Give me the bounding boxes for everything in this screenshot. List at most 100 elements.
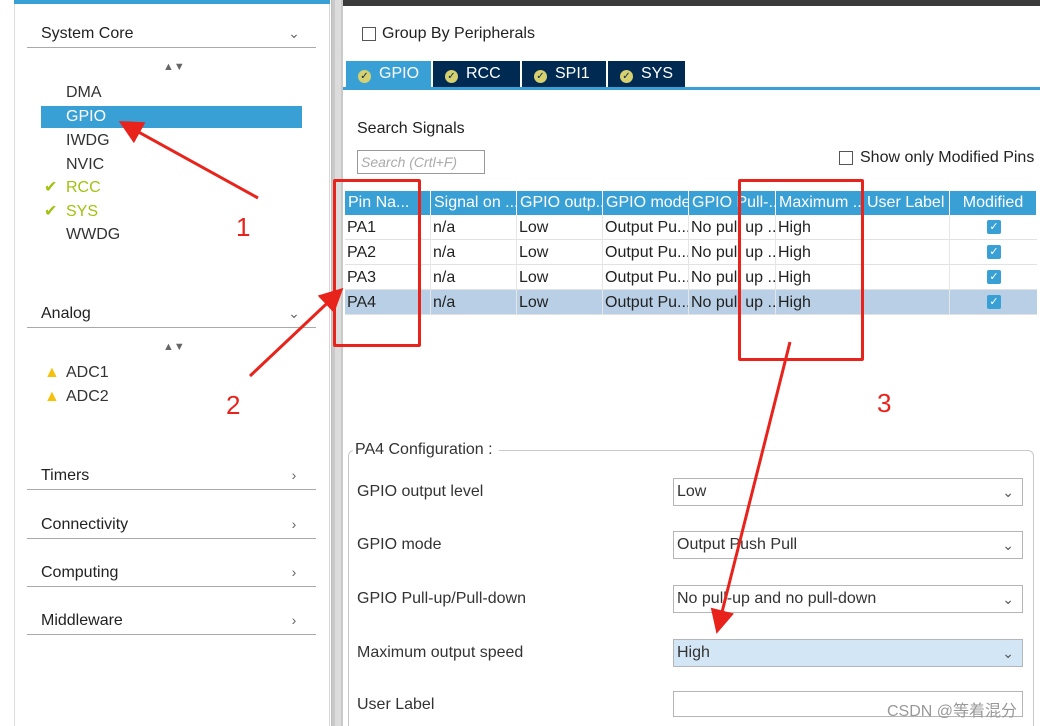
category-label: System Core: [41, 25, 134, 42]
annotation-box-speed-column: [738, 179, 864, 361]
select-value: No pull-up and no pull-down: [677, 590, 877, 607]
cell-user-label: [864, 290, 950, 315]
cell-user-label: [864, 265, 950, 290]
sidebar-item-label: ADC1: [66, 364, 109, 381]
sidebar-item-nvic[interactable]: NVIC: [41, 154, 302, 176]
category-timers[interactable]: Timers ›: [27, 460, 316, 490]
sidebar-item-adc1[interactable]: ▲ ADC1: [41, 362, 302, 384]
gpio-mode-select[interactable]: Output Push Pull ⌄: [673, 531, 1023, 559]
watermark: CSDN @等着混分: [887, 703, 1018, 720]
table-row[interactable]: PA1 n/a Low Output Pu... No pull up ... …: [345, 215, 1037, 240]
sidebar-item-gpio[interactable]: GPIO: [41, 106, 302, 128]
check-icon: ✔: [44, 203, 58, 220]
sidebar-item-label: IWDG: [66, 132, 110, 149]
category-computing[interactable]: Computing ›: [27, 557, 316, 587]
column-header-user-label[interactable]: User Label: [864, 191, 950, 215]
field-label-pull: GPIO Pull-up/Pull-down: [357, 590, 526, 607]
column-header-modified[interactable]: Modified: [950, 191, 1037, 215]
field-label-user-label: User Label: [357, 696, 435, 713]
modified-checkbox[interactable]: ✓: [987, 270, 1001, 284]
category-connectivity[interactable]: Connectivity ›: [27, 509, 316, 539]
chevron-down-icon: ⌄: [1002, 537, 1014, 553]
select-value: Output Push Pull: [677, 536, 798, 553]
category-analog[interactable]: Analog ⌄: [27, 298, 316, 328]
max-speed-select[interactable]: High ⌄: [673, 639, 1023, 667]
annotation-number-1: 1: [236, 212, 251, 242]
sidebar-item-label: ADC2: [66, 388, 109, 405]
tab-gpio[interactable]: ✓ GPIO: [346, 61, 432, 87]
group-by-peripherals-checkbox[interactable]: [362, 27, 376, 41]
sidebar-item-label: WWDG: [66, 226, 121, 243]
modified-checkbox[interactable]: ✓: [987, 220, 1001, 234]
category-label: Connectivity: [41, 516, 129, 533]
check-circle-icon: ✓: [358, 70, 371, 83]
sidebar-item-label: SYS: [66, 203, 99, 220]
tab-label: GPIO: [379, 65, 420, 82]
chevron-right-icon: ›: [291, 564, 297, 580]
group-by-peripherals-label: Group By Peripherals: [382, 25, 535, 42]
column-header-gpio-mode[interactable]: GPIO mode: [603, 191, 689, 215]
stm32cubemx-pinout-view: System Core ⌄ ▲▼ DMA GPIO IWDG NVIC ✔ RCC…: [0, 0, 1040, 726]
sidebar-item-label: GPIO: [66, 108, 107, 125]
warning-icon: ▲: [44, 364, 60, 381]
table-row[interactable]: PA2 n/a Low Output Pu... No pull up ... …: [345, 240, 1037, 265]
chevron-down-icon: ⌄: [288, 305, 300, 321]
cell-mode: Output Pu...: [603, 240, 689, 265]
splitter-handle[interactable]: [335, 0, 341, 726]
annotation-box-pin-column: [333, 179, 421, 347]
tab-label: SPI1: [555, 65, 590, 82]
show-modified-checkbox[interactable]: [839, 151, 853, 165]
sidebar-item-iwdg[interactable]: IWDG: [41, 130, 302, 152]
category-label: Timers: [41, 467, 90, 484]
tab-underline: [343, 87, 1040, 90]
sidebar-item-label: RCC: [66, 179, 101, 196]
pin-configuration-title: PA4 Configuration :: [353, 441, 499, 459]
tab-sys[interactable]: ✓ SYS: [608, 61, 686, 87]
cell-mode: Output Pu...: [603, 215, 689, 240]
cell-output-level: Low: [517, 240, 603, 265]
cell-signal: n/a: [431, 240, 517, 265]
pull-select[interactable]: No pull-up and no pull-down ⌄: [673, 585, 1023, 613]
cell-output-level: Low: [517, 290, 603, 315]
cell-output-level: Low: [517, 215, 603, 240]
check-circle-icon: ✓: [445, 70, 458, 83]
chevron-down-icon: ⌄: [1002, 645, 1014, 661]
chevron-right-icon: ›: [291, 612, 297, 628]
sort-icon[interactable]: ▲▼: [163, 62, 185, 78]
sidebar-item-label: NVIC: [66, 156, 105, 173]
column-header-signal[interactable]: Signal on ...: [431, 191, 517, 215]
category-system-core[interactable]: System Core ⌄: [27, 18, 316, 48]
cell-output-level: Low: [517, 265, 603, 290]
search-input[interactable]: Search (Crtl+F): [357, 150, 485, 174]
warning-icon: ▲: [44, 388, 60, 405]
sort-icon[interactable]: ▲▼: [163, 342, 185, 358]
select-value: High: [677, 644, 710, 661]
sidebar-item-dma[interactable]: DMA: [41, 82, 302, 104]
tab-rcc[interactable]: ✓ RCC: [433, 61, 521, 87]
panel-splitter[interactable]: [331, 0, 343, 726]
column-header-gpio-output[interactable]: GPIO outp...: [517, 191, 603, 215]
tab-spi1[interactable]: ✓ SPI1: [522, 61, 607, 87]
sidebar-item-rcc[interactable]: ✔ RCC: [41, 177, 302, 199]
cell-user-label: [864, 215, 950, 240]
output-level-select[interactable]: Low ⌄: [673, 478, 1023, 506]
header-strip: [343, 0, 1040, 6]
table-row[interactable]: PA3 n/a Low Output Pu... No pull up ... …: [345, 265, 1037, 290]
category-label: Middleware: [41, 612, 123, 629]
category-middleware[interactable]: Middleware ›: [27, 605, 316, 635]
cell-signal: n/a: [431, 290, 517, 315]
chevron-down-icon: ⌄: [1002, 484, 1014, 500]
gpio-mode-configuration: Group By Peripherals ✓ GPIO ✓ RCC ✓ SPI1 ✓ S…: [343, 0, 1040, 726]
sidebar-item-wwdg[interactable]: WWDG: [41, 224, 302, 246]
sidebar-item-sys[interactable]: ✔ SYS: [41, 201, 302, 223]
field-label-output-level: GPIO output level: [357, 483, 484, 500]
show-modified-label: Show only Modified Pins: [860, 149, 1035, 166]
field-label-max-speed: Maximum output speed: [357, 644, 524, 661]
sidebar-item-adc2[interactable]: ▲ ADC2: [41, 386, 302, 408]
category-label: Computing: [41, 564, 119, 581]
chevron-down-icon: ⌄: [1002, 591, 1014, 607]
table-row-selected[interactable]: PA4 n/a Low Output Pu... No pull up ... …: [345, 290, 1037, 315]
check-circle-icon: ✓: [620, 70, 633, 83]
modified-checkbox[interactable]: ✓: [987, 245, 1001, 259]
modified-checkbox[interactable]: ✓: [987, 295, 1001, 309]
